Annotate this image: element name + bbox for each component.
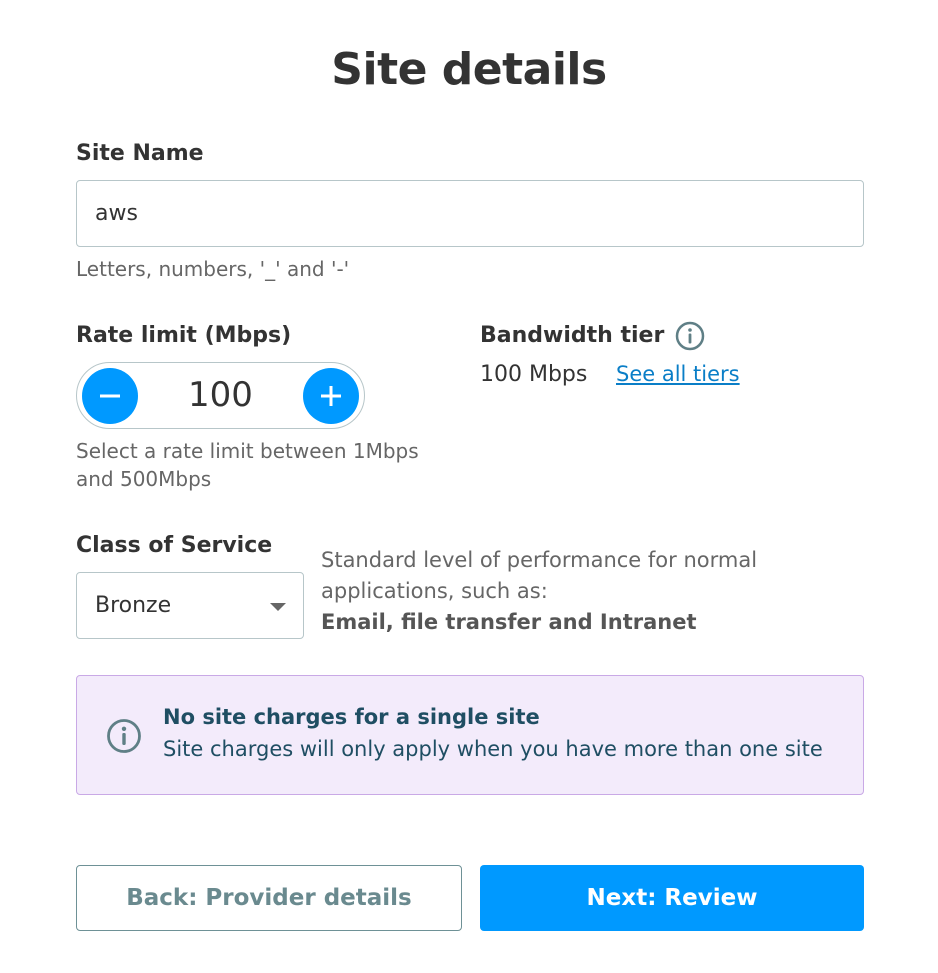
rate-limit-hint: Select a rate limit between 1Mbps and 50… bbox=[76, 437, 419, 493]
cos-description-line1: Standard level of performance for normal bbox=[321, 548, 758, 572]
class-of-service-select[interactable]: Bronze bbox=[76, 572, 304, 639]
caret-down-icon bbox=[270, 603, 286, 611]
class-of-service-examples: Email, file transfer and Intranet bbox=[321, 610, 697, 634]
info-icon[interactable] bbox=[675, 321, 705, 351]
see-all-tiers-link[interactable]: See all tiers bbox=[616, 362, 740, 386]
info-icon bbox=[107, 719, 141, 753]
rate-limit-hint-line2: and 500Mbps bbox=[76, 467, 212, 491]
site-name-input[interactable] bbox=[76, 180, 864, 247]
rate-limit-hint-line1: Select a rate limit between 1Mbps bbox=[76, 439, 419, 463]
minus-icon bbox=[100, 394, 120, 398]
plus-icon bbox=[321, 386, 341, 406]
rate-limit-value[interactable]: 100 bbox=[139, 363, 302, 428]
info-banner: No site charges for a single site Site c… bbox=[76, 675, 864, 795]
class-of-service-description: Standard level of performance for normal… bbox=[321, 545, 757, 607]
site-name-hint: Letters, numbers, '_' and '-' bbox=[76, 257, 350, 281]
rate-limit-stepper: 100 bbox=[76, 362, 365, 429]
class-of-service-label: Class of Service bbox=[76, 533, 273, 558]
decrement-button[interactable] bbox=[82, 368, 138, 424]
back-button[interactable]: Back: Provider details bbox=[76, 865, 462, 931]
increment-button[interactable] bbox=[303, 368, 359, 424]
bandwidth-tier-value: 100 Mbps bbox=[480, 362, 588, 387]
cos-description-line2: applications, such as: bbox=[321, 579, 548, 603]
site-name-label: Site Name bbox=[76, 141, 204, 166]
bandwidth-tier-label: Bandwidth tier bbox=[480, 323, 665, 348]
banner-text: Site charges will only apply when you ha… bbox=[163, 737, 823, 761]
next-button[interactable]: Next: Review bbox=[480, 865, 864, 931]
banner-title: No site charges for a single site bbox=[163, 705, 540, 729]
page-title: Site details bbox=[331, 44, 607, 95]
selected-class: Bronze bbox=[95, 593, 172, 618]
rate-limit-label: Rate limit (Mbps) bbox=[76, 323, 292, 348]
